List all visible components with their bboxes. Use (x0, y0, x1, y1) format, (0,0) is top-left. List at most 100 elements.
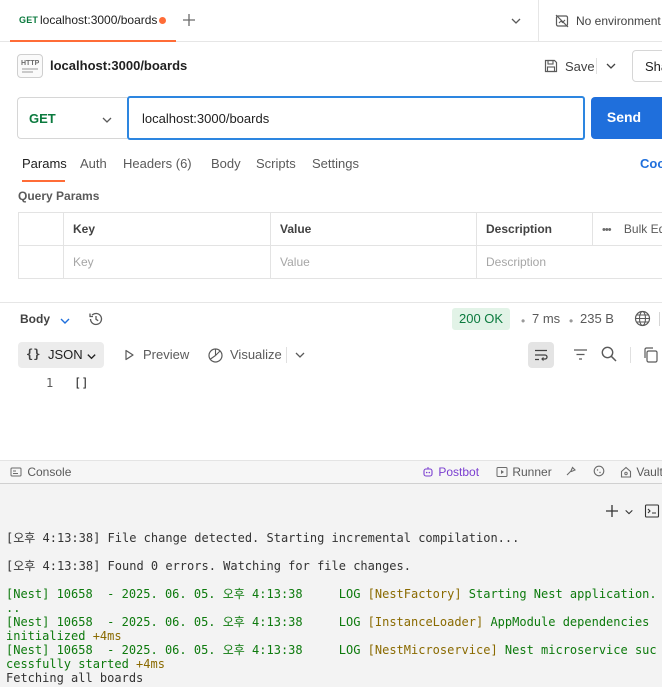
save-label: Save (565, 59, 595, 74)
log-prefix: [Nest] 10658 - 2025. 06. 05. 오후 4:13:38 … (6, 615, 368, 629)
vault-label: Vault (636, 465, 662, 479)
log-wrap: initialized (6, 629, 86, 643)
vault-button[interactable]: Vault (620, 465, 662, 479)
terminal-line-wrap: cessfully started +4ms (6, 657, 165, 671)
log-message: Nest microservice suc (497, 643, 657, 657)
response-format-selector[interactable]: {} JSON (18, 342, 104, 368)
format-label: JSON (48, 347, 83, 362)
response-body-content[interactable]: [] (74, 376, 88, 390)
query-params-table: Key Value Description ••• Bulk Edit Key … (18, 212, 662, 279)
url-input[interactable] (127, 96, 585, 140)
response-body-chevron[interactable] (59, 315, 71, 327)
method-selector[interactable]: GET (17, 97, 127, 139)
vault-icon (620, 466, 632, 478)
search-button[interactable] (600, 345, 618, 363)
plus-icon (183, 14, 195, 26)
param-value-input[interactable]: Value (271, 246, 477, 279)
response-history-button[interactable] (87, 310, 105, 328)
status-badge[interactable]: 200 OK (452, 308, 511, 330)
row-checkbox[interactable] (19, 246, 64, 279)
line-number: 1 (46, 376, 54, 390)
send-button[interactable]: Send (591, 97, 662, 139)
json-braces-icon: {} (26, 347, 41, 361)
table-header-description: Description (477, 213, 593, 246)
chevron-down-icon (295, 352, 305, 358)
response-size[interactable]: 235 B (580, 311, 614, 326)
wrap-lines-icon (535, 349, 548, 361)
tab-title: localhost:3000/boards (40, 13, 158, 27)
log-context: [NestMicroservice] (367, 643, 498, 657)
wrap-lines-button[interactable] (528, 342, 554, 368)
network-info-button[interactable] (634, 310, 651, 327)
bulk-edit-label: Bulk Edit (623, 222, 662, 236)
copy-icon (644, 347, 658, 363)
http-request-icon: HTTP (17, 54, 43, 78)
copy-button[interactable] (642, 346, 660, 364)
runner-icon (496, 467, 508, 477)
tab-auth[interactable]: Auth (80, 156, 107, 171)
capture-icon (566, 466, 576, 476)
chevron-down-icon (87, 354, 96, 360)
new-tab-button[interactable] (181, 12, 197, 28)
divider (659, 312, 660, 326)
runner-button[interactable]: Runner (496, 465, 552, 479)
tab-params[interactable]: Params (22, 156, 67, 171)
param-description-input[interactable]: Description (477, 246, 662, 279)
log-message: AppModule dependencies (483, 615, 650, 629)
postbot-label: Postbot (438, 465, 480, 479)
param-key-input[interactable]: Key (64, 246, 271, 279)
cookies-button[interactable] (593, 465, 605, 477)
postbot-button[interactable]: Postbot (422, 465, 479, 479)
unsaved-dot-icon (159, 17, 166, 24)
visualize-options-chevron[interactable] (294, 349, 306, 361)
query-params-title: Query Params (18, 189, 100, 203)
tab-localhost-boards[interactable]: GET localhost:3000/boards (10, 0, 176, 42)
new-terminal-button[interactable] (604, 503, 620, 519)
environment-selector[interactable]: No environment (550, 0, 662, 42)
log-context: [InstanceLoader] (367, 615, 484, 629)
bulk-edit-button[interactable]: ••• Bulk Edit (593, 213, 662, 246)
tab-scripts[interactable]: Scripts (256, 156, 296, 171)
terminal-line-wrap: .. (6, 601, 21, 615)
share-button[interactable]: Share (632, 50, 662, 82)
console-button[interactable]: Console (10, 465, 71, 479)
terminal-line: [Nest] 10658 - 2025. 06. 05. 오후 4:13:38 … (6, 587, 657, 601)
log-prefix: [Nest] 10658 - 2025. 06. 05. 오후 4:13:38 … (6, 587, 368, 601)
cookies-link[interactable]: Cookies (640, 156, 662, 171)
plus-icon (606, 505, 618, 517)
terminal-options-chevron[interactable] (624, 507, 634, 517)
terminal-line: [Nest] 10658 - 2025. 06. 05. 오후 4:13:38 … (6, 615, 649, 629)
divider (538, 0, 539, 42)
active-tab-indicator (22, 180, 65, 182)
request-name[interactable]: localhost:3000/boards (50, 58, 187, 73)
filter-button[interactable] (572, 346, 589, 363)
tabs-overflow-chevron[interactable] (510, 15, 522, 27)
svg-text:HTTP: HTTP (21, 60, 40, 67)
visualize-label: Visualize (230, 347, 282, 362)
tab-headers[interactable]: Headers (6) (123, 156, 192, 171)
console-label: Console (27, 465, 72, 479)
chevron-down-icon (625, 509, 633, 515)
table-header-key: Key (64, 213, 271, 246)
console-icon (10, 467, 22, 477)
divider (630, 347, 631, 363)
separator-dot: • (569, 314, 574, 328)
visualize-button[interactable]: Visualize (206, 343, 306, 367)
search-icon (601, 346, 617, 362)
capture-button[interactable] (565, 465, 577, 477)
history-icon (89, 312, 103, 326)
status-bar: Console Postbot Runner Vault (0, 460, 662, 483)
response-body-tab[interactable]: Body (20, 312, 50, 326)
send-label: Send (606, 109, 642, 125)
preview-button[interactable]: Preview (120, 343, 200, 367)
tab-settings[interactable]: Settings (312, 156, 359, 171)
terminal-panel-button[interactable] (644, 503, 660, 519)
terminal-panel-icon (644, 504, 660, 518)
tab-body[interactable]: Body (211, 156, 241, 171)
response-divider[interactable] (0, 302, 662, 303)
save-options-chevron[interactable] (605, 60, 617, 72)
log-timing: +4ms (128, 657, 165, 671)
terminal-line: [오후 4:13:38] File change detected. Start… (6, 531, 520, 545)
response-time[interactable]: 7 ms (532, 311, 560, 326)
method-label: GET (29, 111, 56, 126)
